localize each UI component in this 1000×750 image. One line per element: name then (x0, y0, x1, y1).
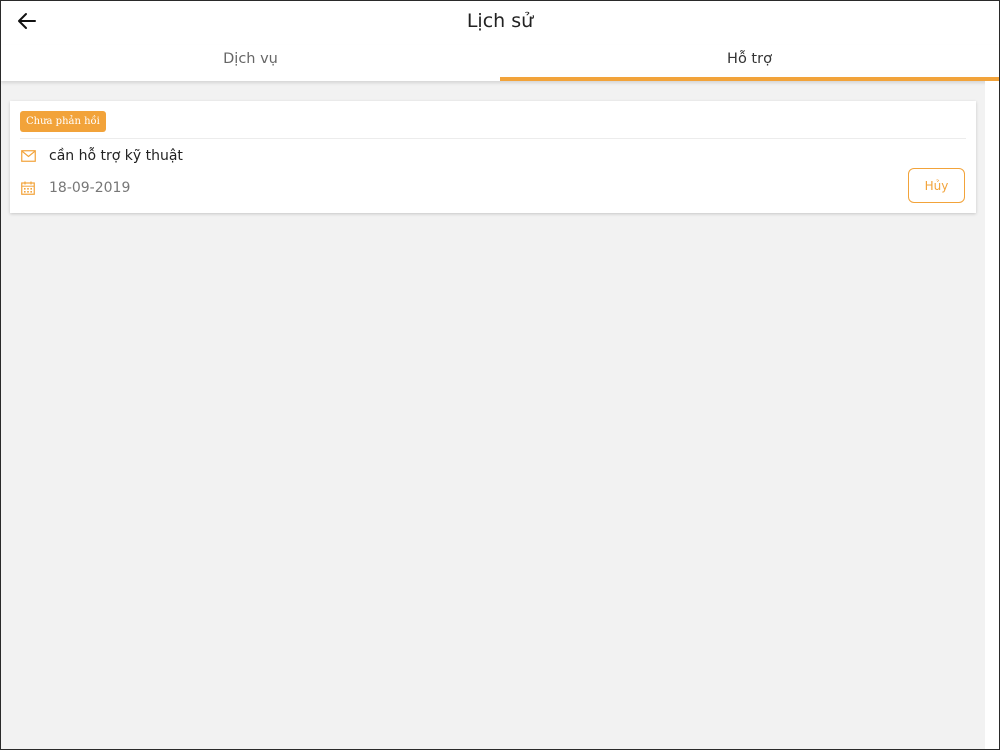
divider (20, 138, 966, 139)
status-badge: Chưa phản hồi (20, 111, 106, 132)
scrollbar-track[interactable] (985, 81, 999, 749)
app-frame: Lịch sử Dịch vụ Hỗ trợ Chưa phản hồi cần… (0, 0, 1000, 750)
ticket-message: cần hỗ trợ kỹ thuật (49, 148, 183, 164)
top-app-bar: Lịch sử (1, 1, 999, 45)
tab-bar: Dịch vụ Hỗ trợ (1, 45, 999, 81)
support-ticket-card[interactable]: Chưa phản hồi cần hỗ trợ kỹ thuật 18-09-… (10, 101, 976, 213)
calendar-icon (20, 181, 36, 195)
ticket-date: 18-09-2019 (49, 180, 131, 196)
envelope-icon (20, 149, 36, 163)
page-title: Lịch sử (466, 10, 534, 32)
tab-services[interactable]: Dịch vụ (1, 45, 500, 81)
tab-support[interactable]: Hỗ trợ (500, 45, 999, 81)
ticket-message-row: cần hỗ trợ kỹ thuật (20, 148, 183, 164)
ticket-date-row: 18-09-2019 (20, 180, 130, 196)
cancel-button[interactable]: Hủy (908, 168, 965, 203)
